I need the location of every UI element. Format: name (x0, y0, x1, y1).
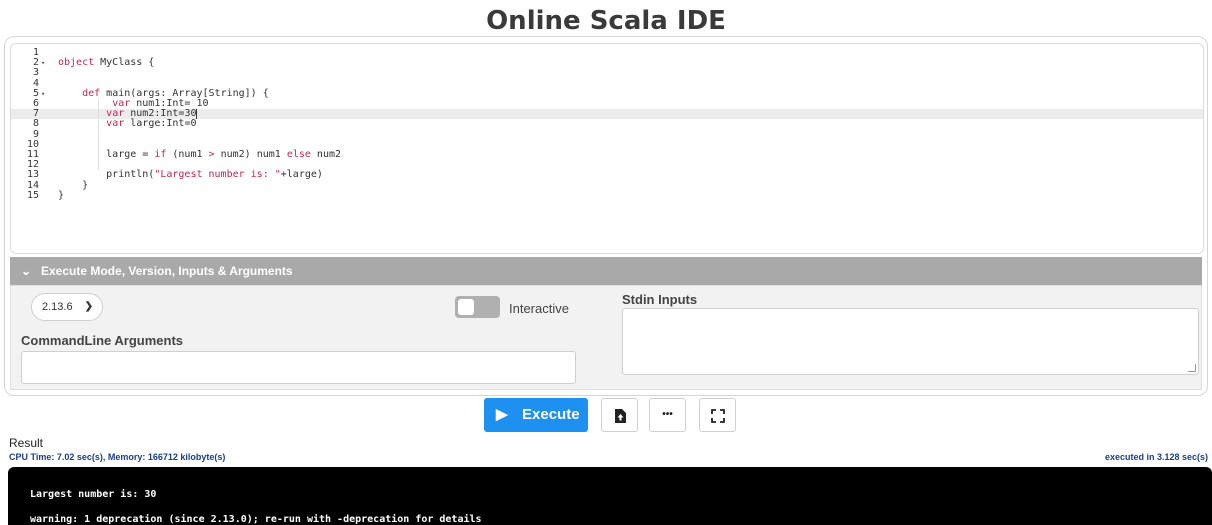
code-line[interactable]: 2 ▾ object MyClass { (11, 58, 1203, 68)
code-line[interactable]: 11 large = if (num1 > num2) num1 else nu… (11, 150, 1203, 160)
execute-options-header[interactable]: ⌄ Execute Mode, Version, Inputs & Argume… (10, 257, 1202, 285)
code-line[interactable]: 3 (11, 68, 1203, 78)
line-number: 15 (26, 189, 39, 201)
more-icon: ••• (662, 409, 673, 420)
output-line: warning: 1 deprecation (since 2.13.0); r… (30, 514, 482, 525)
execute-button[interactable]: ▶ Execute (484, 398, 588, 432)
line-number: 13 (26, 169, 39, 181)
chevron-down-icon: ⌄ (21, 264, 32, 278)
file-upload-icon (614, 408, 626, 423)
result-label: Result (9, 436, 44, 450)
code-line[interactable]: 15} (11, 189, 1203, 201)
cpu-memory-stats: CPU Time: 7.02 sec(s), Memory: 166712 ki… (9, 452, 226, 462)
code-line[interactable]: 8 var large:Int=0 (11, 119, 1203, 129)
code-line[interactable]: 13 println("Largest number is: "+large) (11, 170, 1203, 180)
more-options-button[interactable]: ••• (649, 398, 686, 432)
play-icon: ▶ (496, 406, 508, 423)
execute-options-title: Execute Mode, Version, Inputs & Argument… (41, 264, 293, 278)
interactive-toggle[interactable] (455, 296, 500, 318)
line-number: 3 (32, 67, 39, 79)
stdin-label: Stdin Inputs (622, 292, 698, 307)
code-line[interactable]: 14 } (11, 180, 1203, 191)
code-editor[interactable]: 1 2 ▾ object MyClass {3 4 5 ▾ def main(args: A… (10, 43, 1204, 254)
code-line[interactable]: 1 (11, 48, 1203, 58)
version-select[interactable]: 2.13.6 ❯ (31, 293, 103, 321)
fold-arrow-icon[interactable]: ▾ (41, 89, 45, 99)
toggle-knob (458, 299, 474, 315)
cmdline-arguments-input[interactable] (21, 351, 576, 384)
execution-time: executed in 3.128 sec(s) (1104, 452, 1208, 462)
code-text: object MyClass { (58, 57, 155, 69)
code-text: var large:Int=0 (106, 118, 197, 130)
stdin-input[interactable] (622, 308, 1199, 375)
code-text: println("Largest number is: "+large) (58, 169, 323, 181)
line-number: 8 (32, 118, 39, 130)
resize-grip-icon[interactable] (1188, 364, 1196, 372)
version-value: 2.13.6 (42, 301, 73, 313)
save-file-button[interactable] (601, 398, 638, 432)
fullscreen-button[interactable] (699, 398, 736, 432)
page-title: Online Scala IDE (486, 6, 726, 36)
execute-button-label: Execute (522, 406, 580, 423)
output-line: Largest number is: 30 (30, 489, 157, 500)
indent-guide (98, 99, 99, 171)
code-line[interactable]: 9 (11, 129, 1203, 140)
code-text: } (58, 189, 65, 201)
code-text: large = if (num1 > num2) num1 else num2 (58, 149, 342, 160)
fullscreen-icon (710, 408, 725, 423)
text-cursor (196, 109, 198, 120)
cmdline-label: CommandLine Arguments (21, 333, 184, 348)
fold-arrow-icon[interactable]: ▾ (41, 58, 45, 68)
interactive-label: Interactive (509, 301, 569, 316)
output-console: Largest number is: 30 warning: 1 depreca… (8, 467, 1212, 525)
chevron-down-icon: ❯ (84, 301, 93, 312)
